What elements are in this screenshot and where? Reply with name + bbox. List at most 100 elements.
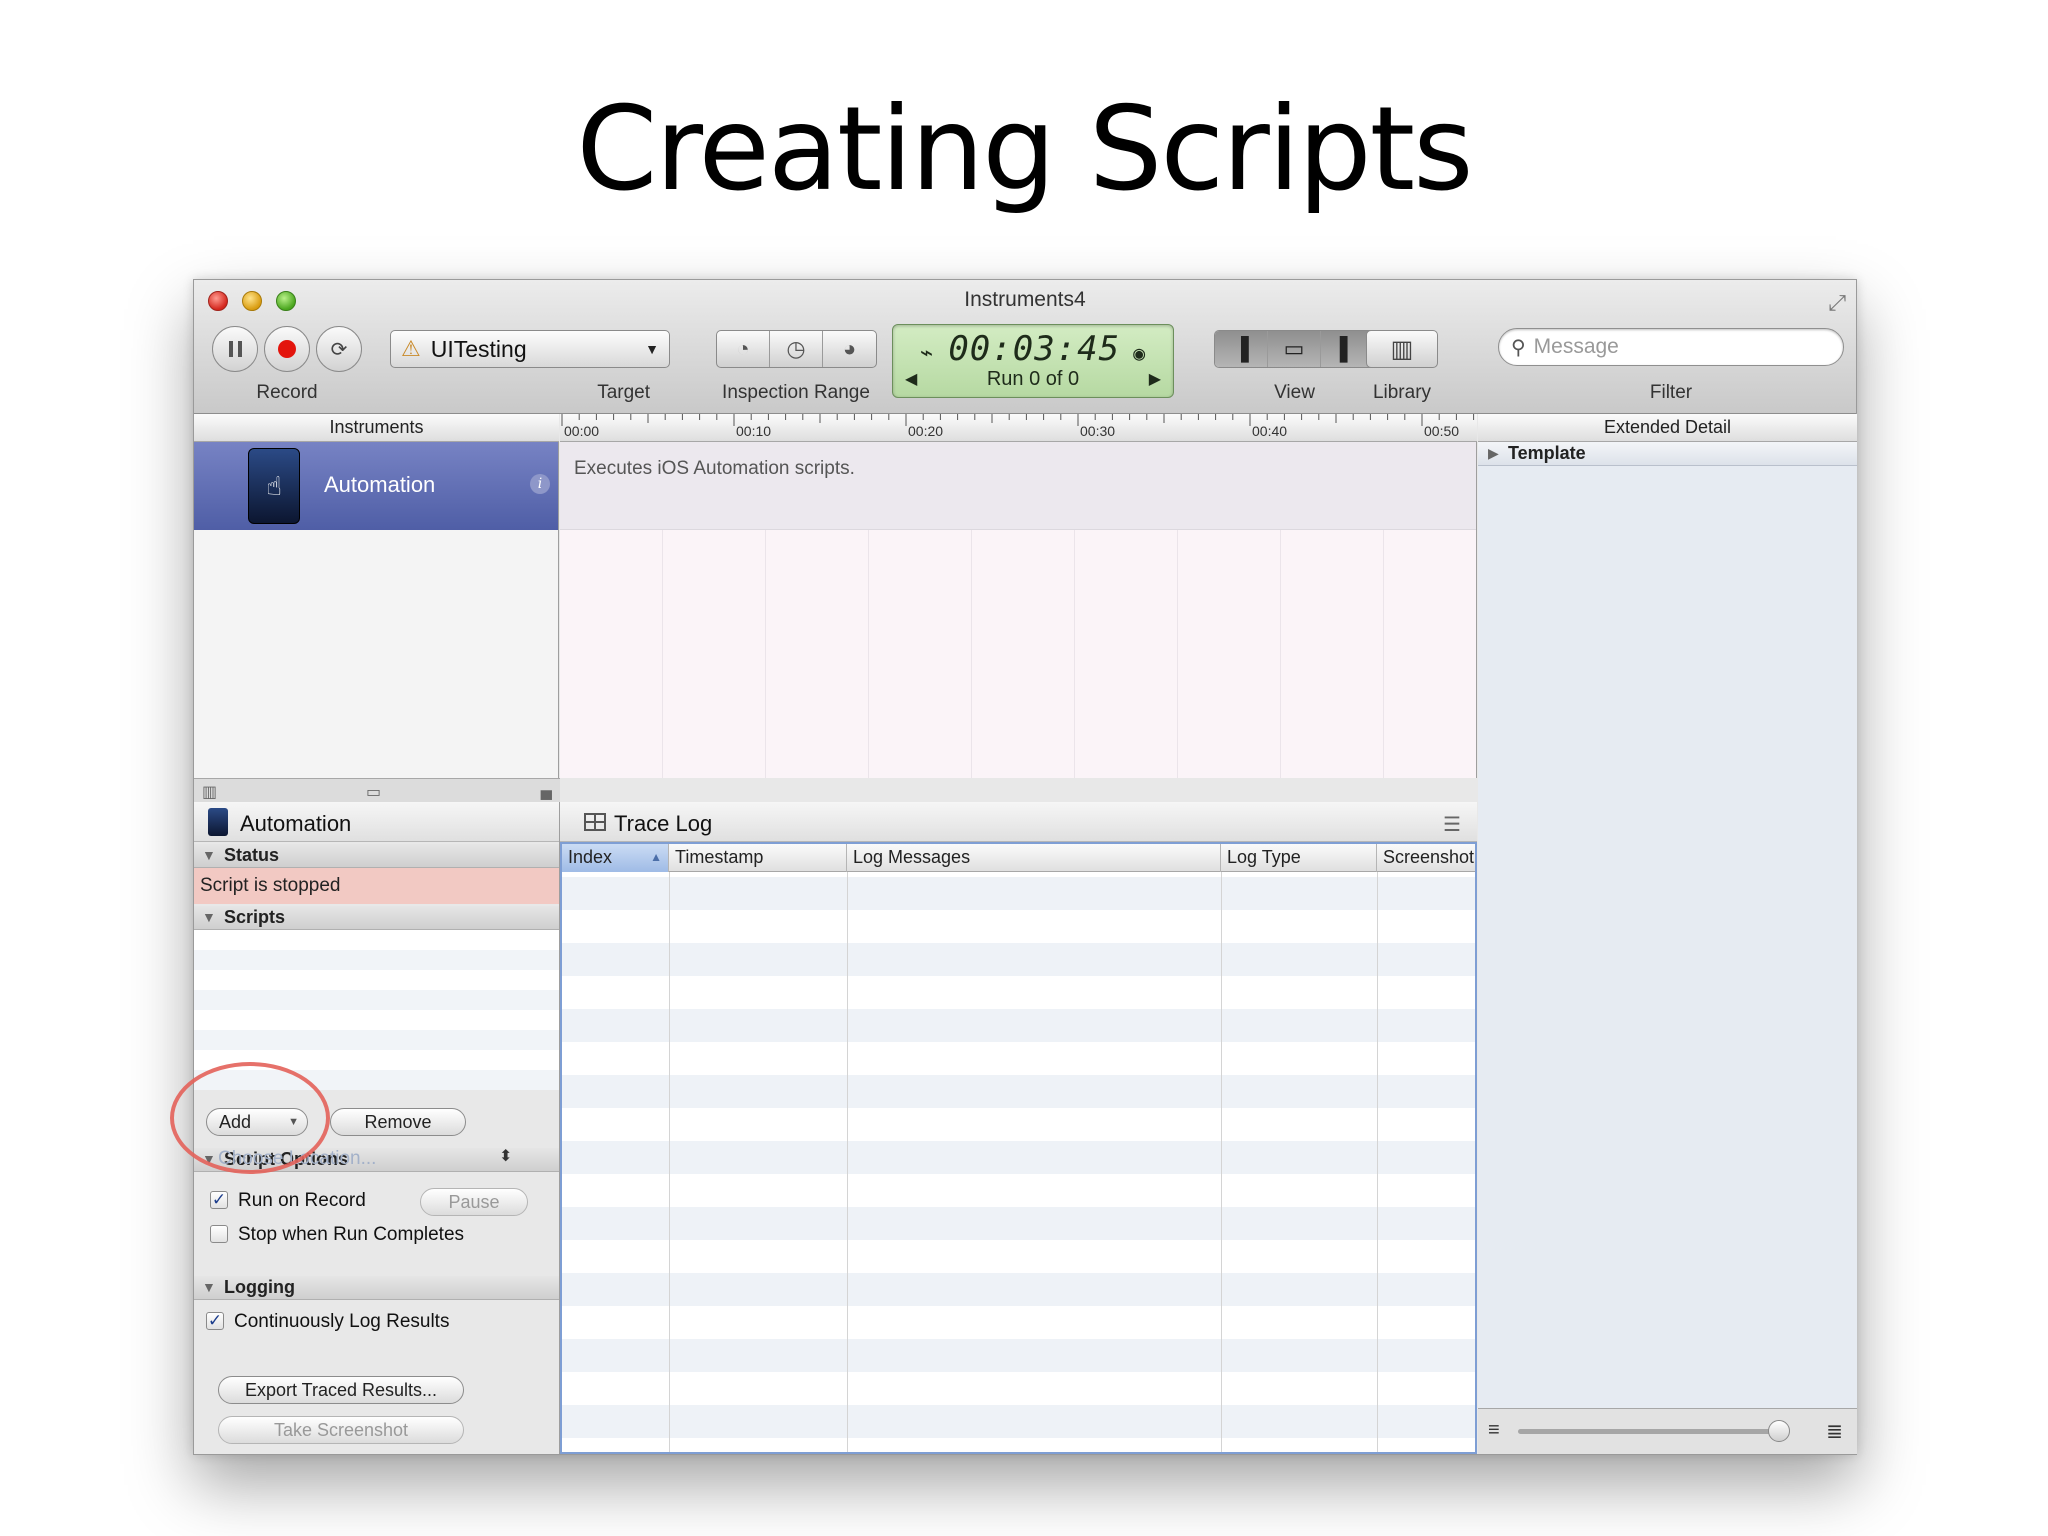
chevron-down-icon: ▼ [645,341,659,357]
filter-label: Filter [1649,382,1693,403]
logging-section-header[interactable]: ▼ Logging [194,1276,559,1300]
stop-when-complete-label: Stop when Run Completes [238,1224,465,1245]
updown-arrows-icon[interactable]: ⬍ [499,1146,512,1166]
ruler-tick-label: 00:30 [1080,423,1116,439]
view-control: ▐ ▭ ▌ [1214,330,1375,368]
target-app-icon: ⚠ [401,336,421,361]
continuously-log-label: Continuously Log Results [234,1311,450,1332]
right-pane-icon: ▌ [1339,336,1356,361]
extended-detail-header: Extended Detail [1478,414,1857,442]
template-label: Template [1508,443,1586,463]
timer-display: ⌁ 00:03:45 ◉ ◀ Run 0 of 0 ▶ [892,324,1174,398]
run-on-record-label: Run on Record [238,1190,366,1211]
ruler-ticks [561,414,1475,426]
grid-line [662,530,663,778]
instrument-pane-controls: ▥ ▭ ▄ [194,778,560,802]
ruler-tick-label: 00:20 [908,423,944,439]
grid-line [971,530,972,778]
ruler-tick-label: 00:40 [1252,423,1288,439]
take-screenshot-button[interactable]: Take Screenshot [218,1416,464,1444]
instruments-header: Instruments [194,414,559,442]
inspection-range-label: Inspection Range [722,382,870,403]
column-divider [669,872,670,1452]
script-status: Script is stopped [194,868,559,904]
run-on-record-checkbox[interactable]: ✓ [210,1191,228,1209]
stop-when-complete-checkbox[interactable] [210,1225,228,1243]
disclosure-triangle-icon: ▼ [202,1279,216,1295]
info-icon[interactable]: i [530,474,550,494]
library-button[interactable]: ▥ [1366,330,1438,368]
slide-title: Creating Scripts [576,82,1473,217]
status-section-header[interactable]: ▼ Status [194,844,559,868]
record-button[interactable] [264,326,310,372]
continuously-log-checkbox[interactable]: ✓ [206,1312,224,1330]
target-label: Target [597,382,650,403]
automation-pane-header: Automation [194,802,559,842]
scripts-section-header[interactable]: ▼ Scripts [194,906,559,930]
filter-placeholder: Message [1533,335,1619,358]
clock-icon: ◷ [786,336,806,361]
library-icon: ▥ [1390,335,1414,363]
restart-button[interactable]: ⟳ [316,326,362,372]
record-icon [278,340,296,358]
loop-icon: ⟳ [330,338,348,361]
instruments-list: ☝ Automation i [194,442,559,778]
instrument-description: Executes iOS Automation scripts. [574,458,855,479]
column-header-log-type[interactable]: Log Type [1221,844,1377,872]
pause-script-button[interactable]: Pause [420,1188,528,1216]
automation-instrument-icon: ☝ [248,448,300,524]
detail-toggle-icon[interactable]: ▄ [541,782,552,800]
list-menu-icon[interactable]: ☰ [1443,812,1461,837]
add-button-highlight-ring [170,1062,330,1174]
automation-icon [208,808,228,836]
zoom-out-icon[interactable]: ≡ [1488,1419,1500,1442]
target-select[interactable]: ⚠ UITesting ▼ [390,330,670,368]
template-section[interactable]: ▶ Template [1478,442,1857,466]
bottom-pane-icon: ▭ [1283,336,1305,361]
range-clear-button[interactable]: ◷ [770,331,823,367]
column-header-timestamp[interactable]: Timestamp [669,844,847,872]
column-header-index[interactable]: Index ▲ [562,844,669,872]
extended-detail-footer: ≡ ≣ [1478,1408,1857,1454]
grid-line [765,530,766,778]
column-header-screenshot[interactable]: Screenshot [1377,844,1475,872]
fullscreen-icon[interactable]: ⤢ [1828,290,1846,316]
zoom-in-icon[interactable]: ≣ [1826,1419,1843,1444]
range-end-button[interactable]: ◕ [823,331,876,367]
scripts-section-label: Scripts [224,907,286,927]
track-area[interactable]: Executes iOS Automation scripts. [560,442,1477,778]
track-display-icon[interactable]: ▥ [202,782,217,802]
sort-ascending-icon: ▲ [650,850,662,864]
remove-script-button[interactable]: Remove [330,1108,466,1136]
trace-log-title: Trace Log [614,811,713,836]
table-icon[interactable] [584,813,606,831]
disclosure-triangle-icon: ▶ [1488,445,1499,461]
column-header-log-messages[interactable]: Log Messages [847,844,1221,872]
track-description-row: Executes iOS Automation scripts. [560,442,1476,530]
trace-log-table[interactable]: Index ▲ Timestamp Log Messages Log Type … [560,842,1477,1454]
next-run-button[interactable]: ▶ [1149,369,1161,389]
pause-button[interactable] [212,326,258,372]
logging-section-label: Logging [224,1277,295,1297]
target-icon: ◉ [1120,341,1147,365]
trace-log-header: Trace Log ☰ [560,802,1477,842]
view-left-pane-button[interactable]: ▐ [1215,331,1268,367]
zoom-slider-track[interactable] [1518,1429,1778,1434]
clock-end-icon: ◕ [842,336,857,361]
pause-icon [228,341,242,357]
timeline-ruler[interactable]: 00:00 00:10 00:20 00:30 00:40 00:50 [560,414,1477,442]
range-start-button[interactable]: ◔ [717,331,770,367]
view-bottom-pane-button[interactable]: ▭ [1268,331,1321,367]
grid-line [868,530,869,778]
zoom-slider-thumb[interactable] [1768,1420,1790,1442]
target-value: UITesting [430,335,527,362]
pane-divider-handle[interactable]: ▭ [366,782,381,802]
timer-value: ⌁ 00:03:45 ◉ [893,329,1173,369]
inspection-range-control: ◔ ◷ ◕ [716,330,877,368]
export-traced-results-button[interactable]: Export Traced Results... [218,1376,464,1404]
left-pane-icon: ▐ [1233,336,1249,361]
disclosure-triangle-icon: ▼ [202,847,216,863]
instrument-row-automation[interactable]: ☝ Automation i [194,442,558,530]
ruler-tick-label: 00:00 [564,423,600,439]
filter-search-field[interactable]: ⚲ Message [1498,328,1844,366]
